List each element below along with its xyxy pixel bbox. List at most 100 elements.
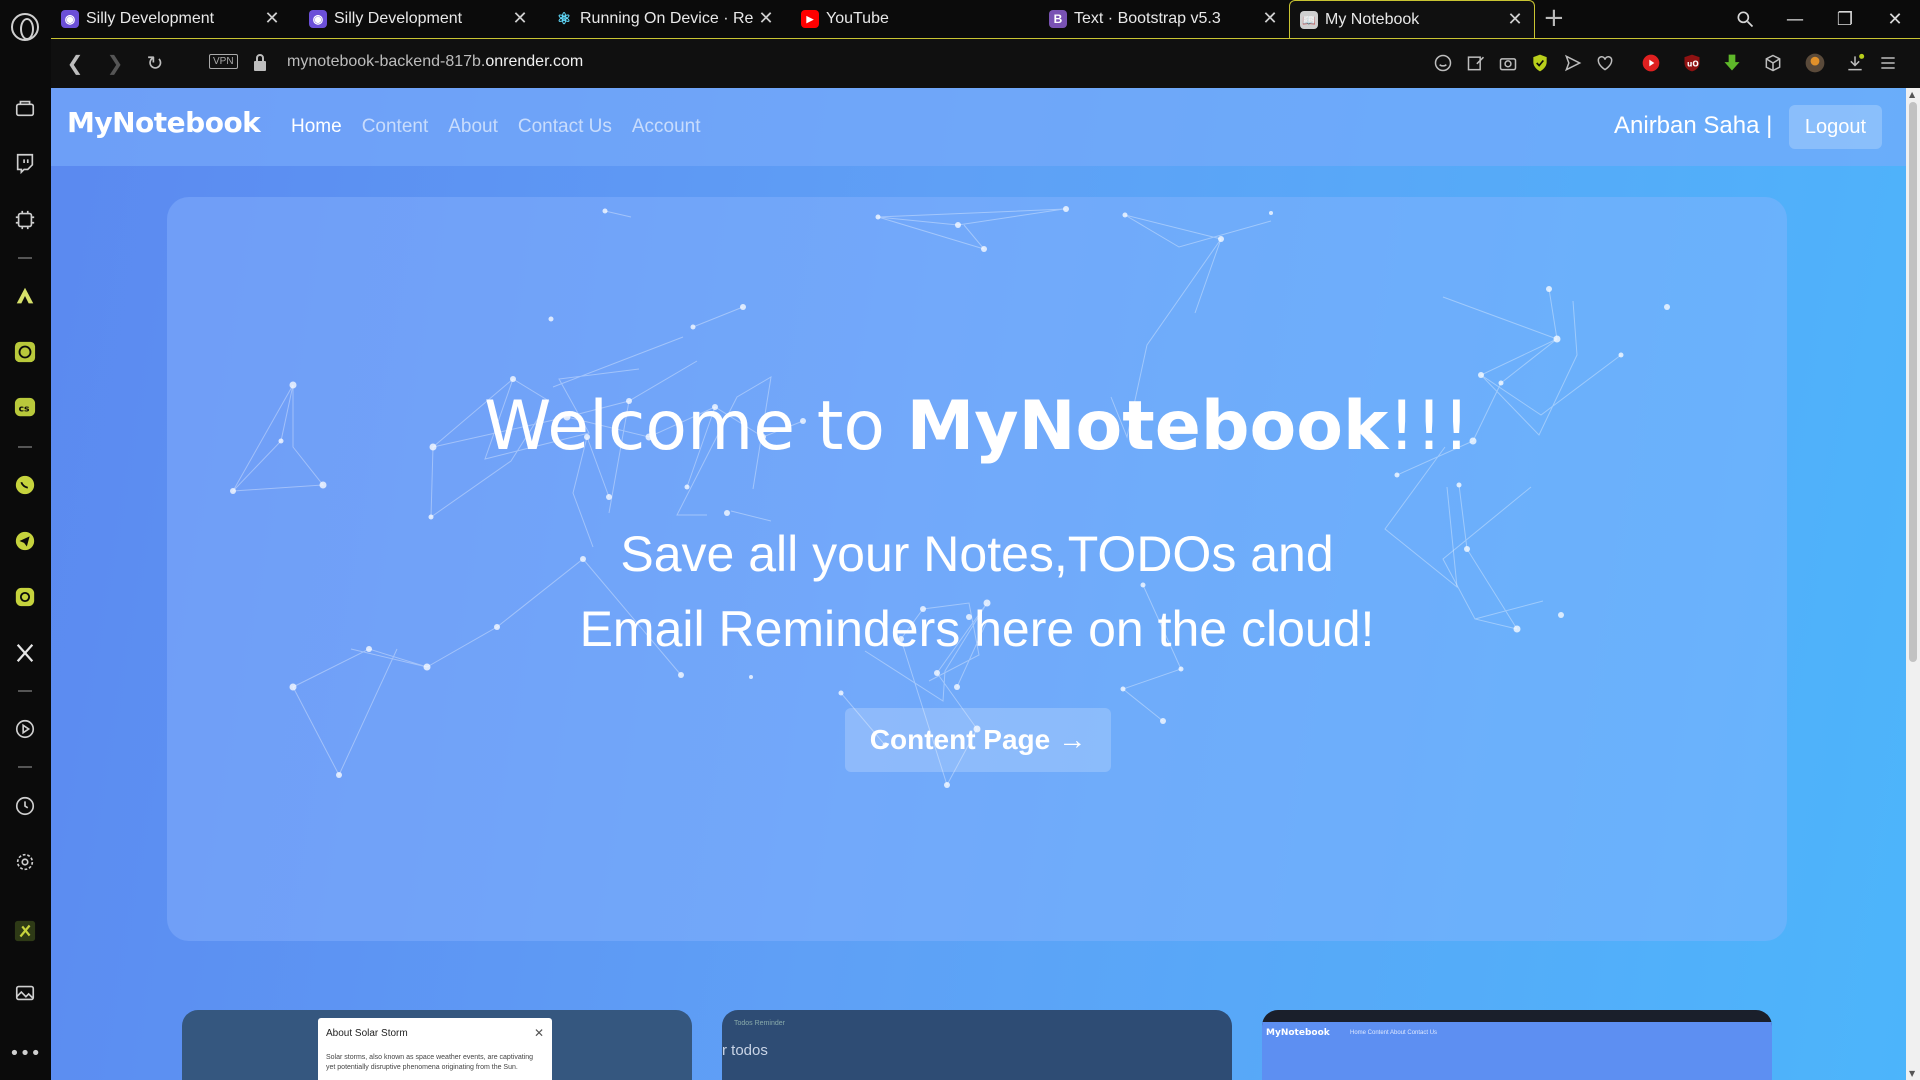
emoji-icon[interactable] (1431, 51, 1455, 75)
browser-tab[interactable]: ◉ Silly Development ✕ (299, 0, 539, 38)
hero-subtitle: Save all your Notes,TODOs and Email Remi… (167, 517, 1787, 667)
instagram-icon[interactable] (12, 584, 38, 610)
crypto-wallet-icon[interactable] (12, 918, 38, 944)
close-icon: ✕ (533, 1026, 544, 1040)
new-tab-icon[interactable]: + (1543, 5, 1565, 31)
restore-icon[interactable]: ❐ (1820, 0, 1870, 38)
logout-button[interactable]: Logout (1789, 105, 1882, 149)
player-icon[interactable] (12, 716, 38, 742)
content-page-button[interactable]: Content Page → (845, 708, 1111, 772)
address-bar: ❮ ❯ ↻ VPN mynotebook-backend-817b.onrend… (51, 38, 1920, 88)
window-controls: — ❐ ✕ (1720, 0, 1920, 38)
tab-title: Text · Bootstrap v5.3 (1074, 10, 1221, 27)
nav-link-account[interactable]: Account (632, 116, 701, 138)
url-prefix: mynotebook-backend-817b. (287, 53, 486, 70)
downloads-icon[interactable] (1843, 51, 1867, 75)
url-domain: onrender.com (485, 53, 584, 70)
preview-mini-tabs: Todos Reminder (734, 1020, 785, 1027)
hero-subtitle-line: Email Reminders here on the cloud! (579, 601, 1375, 657)
sidebar-divider (18, 446, 32, 448)
close-tab-icon[interactable]: ✕ (263, 9, 281, 27)
nav-link-content[interactable]: Content (362, 116, 429, 138)
content-page-button-label: Content Page (869, 724, 1051, 755)
close-window-icon[interactable]: ✕ (1870, 0, 1920, 38)
edit-icon[interactable] (1464, 51, 1488, 75)
browser-sidebar: cs ••• (0, 0, 51, 1080)
close-tab-icon[interactable]: ✕ (511, 9, 529, 27)
ublock-icon[interactable]: uO (1680, 51, 1704, 75)
preview-popup-title: About Solar Storm (326, 1028, 408, 1039)
svg-text:uO: uO (1687, 59, 1699, 68)
search-tabs-icon[interactable] (1720, 0, 1770, 38)
lock-icon[interactable] (252, 53, 268, 73)
vpn-badge[interactable]: VPN (209, 54, 238, 69)
more-options-icon[interactable]: ••• (9, 1040, 41, 1066)
tab-title: YouTube (826, 10, 889, 27)
scroll-up-icon[interactable]: ▲ (1909, 90, 1915, 99)
user-name: Anirban Saha | (1614, 112, 1773, 139)
snapshot-icon[interactable] (1496, 51, 1520, 75)
chip-icon[interactable] (12, 207, 38, 233)
send-icon[interactable] (1561, 51, 1585, 75)
preview-popup: About Solar Storm ✕ Solar storms, also k… (318, 1018, 552, 1080)
twitch-icon[interactable] (12, 150, 38, 176)
aria-icon[interactable] (12, 283, 38, 309)
preview-card[interactable]: About Solar Storm ✕ Solar storms, also k… (182, 1010, 692, 1080)
minimize-icon[interactable]: — (1770, 0, 1820, 38)
shield-icon[interactable] (1528, 51, 1552, 75)
forward-icon[interactable]: ❯ (102, 50, 128, 76)
profile-avatar[interactable] (1799, 47, 1831, 79)
silly-dev-icon: ◉ (61, 10, 79, 28)
hero-panel: Welcome to MyNotebook!!! Save all your N… (167, 197, 1787, 941)
cube-icon[interactable] (1761, 51, 1785, 75)
react-icon: ⚛ (556, 11, 572, 28)
telegram-icon[interactable] (12, 528, 38, 554)
nav-link-home[interactable]: Home (291, 116, 342, 138)
notebook-icon: 📖 (1300, 11, 1318, 29)
history-icon[interactable] (12, 793, 38, 819)
preview-mini-brand: MyNotebook (1266, 1028, 1330, 1038)
nav-link-about[interactable]: About (448, 116, 498, 138)
reload-icon[interactable]: ↻ (142, 50, 168, 76)
page-scrollbar[interactable]: ▲ ▼ (1906, 88, 1920, 1080)
scroll-down-icon[interactable]: ▼ (1909, 1069, 1915, 1078)
url-field[interactable]: mynotebook-backend-817b.onrender.com (287, 53, 583, 71)
tab-title: Running On Device · React (580, 10, 754, 27)
site-navbar: MyNotebook Home Content About Contact Us… (51, 88, 1906, 166)
page-viewport: MyNotebook Home Content About Contact Us… (51, 88, 1920, 1080)
nav-link-contact[interactable]: Contact Us (518, 116, 612, 138)
chatsonic-icon[interactable]: cs (12, 395, 38, 421)
close-tab-icon[interactable]: ✕ (1261, 9, 1279, 27)
scrollbar-thumb[interactable] (1909, 102, 1917, 662)
youtube-extension-icon[interactable] (1639, 51, 1663, 75)
gallery-icon[interactable] (12, 980, 38, 1006)
site-brand[interactable]: MyNotebook (67, 106, 261, 139)
tab-bar: ◉ Silly Development ✕ ◉ Silly Developmen… (51, 0, 1920, 39)
preview-heading: r todos (722, 1042, 768, 1059)
bootstrap-icon: B (1049, 10, 1067, 28)
chatgpt-icon[interactable] (12, 339, 38, 365)
browser-tab[interactable]: ◉ Silly Development ✕ (51, 0, 291, 38)
x-twitter-icon[interactable] (12, 640, 38, 666)
opera-logo-icon[interactable] (11, 13, 39, 41)
close-tab-icon[interactable]: ✕ (1506, 10, 1524, 28)
browser-tab-active[interactable]: 📖 My Notebook ✕ (1289, 0, 1535, 39)
back-icon[interactable]: ❮ (62, 50, 88, 76)
preview-popup-body: Solar storms, also known as space weathe… (326, 1054, 533, 1071)
workspaces-icon[interactable] (12, 95, 38, 121)
browser-tab[interactable]: ⚛ Running On Device · React ✕ (545, 0, 785, 38)
browser-tab[interactable]: B Text · Bootstrap v5.3 ✕ (1039, 0, 1289, 38)
hero-title-prefix: Welcome to (484, 387, 907, 466)
settings-gear-icon[interactable] (12, 849, 38, 875)
easy-setup-icon[interactable] (1876, 51, 1900, 75)
preview-mini-links: Home Content About Contact Us (1350, 1030, 1438, 1036)
hero-subtitle-line: Save all your Notes,TODOs and (620, 526, 1334, 582)
preview-card[interactable]: MyNotebook Home Content About Contact Us (1262, 1010, 1772, 1080)
whatsapp-icon[interactable] (12, 472, 38, 498)
tab-title: Silly Development (334, 10, 463, 27)
close-tab-icon[interactable]: ✕ (757, 9, 775, 27)
preview-card[interactable]: Todos Reminder r todos (722, 1010, 1232, 1080)
download-arrow-icon[interactable] (1720, 51, 1744, 75)
browser-tab[interactable]: ▶ YouTube ✕ (791, 0, 1079, 38)
heart-icon[interactable] (1593, 51, 1617, 75)
